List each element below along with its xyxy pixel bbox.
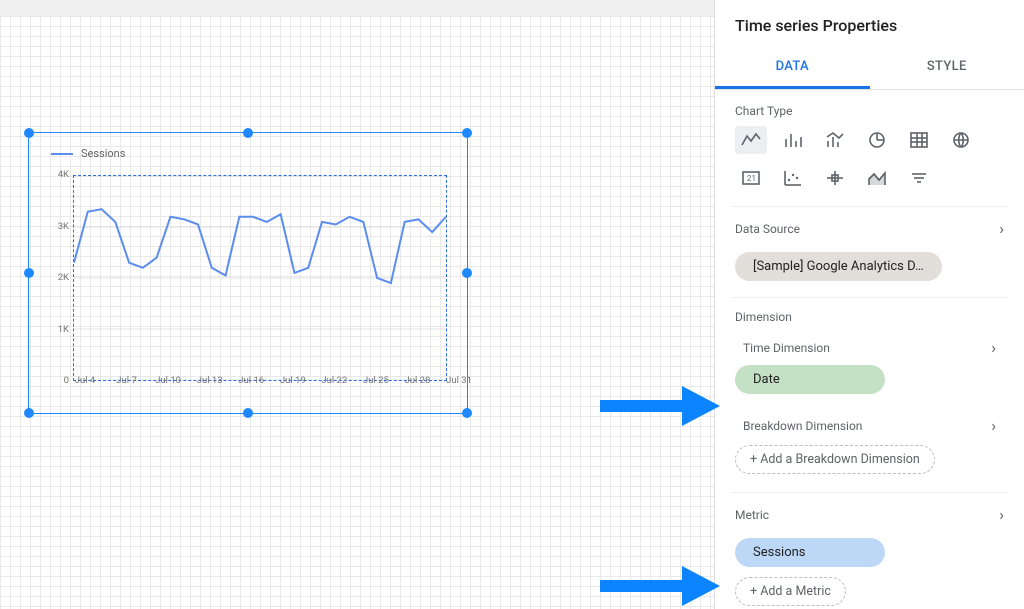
chart-type-filter-icon[interactable] [903, 164, 935, 192]
x-axis-tick: Jul 13 [197, 375, 223, 386]
svg-text:21: 21 [747, 174, 756, 183]
chart-type-geo-icon[interactable] [945, 126, 977, 154]
y-axis-tick: 4K [51, 169, 69, 180]
chart-type-label: Chart Type [735, 104, 1004, 118]
chart-type-scorecard-icon[interactable]: 21 [735, 164, 767, 192]
chart-type-bar-icon[interactable] [777, 126, 809, 154]
x-axis-tick: Jul 25 [363, 375, 389, 386]
properties-panel: Time series Properties DATA STYLE Chart … [714, 0, 1024, 609]
legend-swatch-icon [51, 153, 73, 155]
resize-handle[interactable] [24, 128, 34, 138]
x-axis-tick: Jul 19 [280, 375, 306, 386]
chart-type-scatter-icon[interactable] [777, 164, 809, 192]
page-surface[interactable]: Sessions 0 1K 2K 3K 4K Jul 4 Jul 7 Jul 10 Jul 1… [0, 16, 714, 609]
design-canvas[interactable]: Sessions 0 1K 2K 3K 4K Jul 4 Jul 7 Jul 10 Jul 1… [0, 0, 714, 609]
data-source-pill[interactable]: [Sample] Google Analytics D… [735, 252, 942, 281]
chart-type-table-icon[interactable] [903, 126, 935, 154]
x-axis-tick: Jul 7 [116, 375, 136, 386]
y-axis-tick: 3K [51, 220, 69, 231]
x-axis-tick: Jul 31 [446, 375, 472, 386]
y-axis-tick: 1K [51, 323, 69, 334]
chart-type-combo-icon[interactable] [819, 126, 851, 154]
legend-label: Sessions [81, 147, 125, 160]
chevron-right-icon[interactable]: › [999, 219, 1004, 238]
tab-style[interactable]: STYLE [870, 47, 1024, 89]
data-source-label: Data Source [735, 222, 800, 236]
panel-tabs: DATA STYLE [715, 47, 1024, 90]
x-axis-tick: Jul 22 [321, 375, 347, 386]
plot-area [73, 175, 447, 381]
chevron-right-icon[interactable]: › [999, 505, 1004, 524]
metric-pill[interactable]: Sessions [735, 538, 885, 567]
chart-legend: Sessions [51, 147, 457, 160]
tab-data[interactable]: DATA [715, 47, 870, 89]
chart-type-grid: 21 [731, 126, 1008, 206]
resize-handle[interactable] [24, 408, 34, 418]
chevron-right-icon[interactable]: › [991, 416, 996, 435]
chart-type-area-icon[interactable] [861, 164, 893, 192]
chart-type-line-icon[interactable] [735, 126, 767, 154]
x-axis-tick: Jul 28 [405, 375, 431, 386]
resize-handle[interactable] [24, 268, 34, 278]
x-axis-tick: Jul 16 [238, 375, 264, 386]
x-axis-tick: Jul 4 [75, 375, 95, 386]
metric-label: Metric [735, 508, 769, 522]
time-dimension-label: Time Dimension [743, 341, 830, 355]
resize-handle[interactable] [243, 128, 253, 138]
chart-type-bullet-icon[interactable] [819, 164, 851, 192]
resize-handle[interactable] [462, 268, 472, 278]
resize-handle[interactable] [462, 408, 472, 418]
breakdown-dimension-label: Breakdown Dimension [743, 419, 862, 433]
chart-type-pie-icon[interactable] [861, 126, 893, 154]
y-axis-tick: 2K [51, 272, 69, 283]
time-dimension-pill[interactable]: Date [735, 365, 885, 394]
resize-handle[interactable] [462, 128, 472, 138]
add-breakdown-dimension-button[interactable]: + Add a Breakdown Dimension [735, 445, 935, 474]
time-series-chart[interactable]: Sessions 0 1K 2K 3K 4K Jul 4 Jul 7 Jul 10 Jul 1… [28, 132, 468, 414]
plot-wrap: 01K2K3K4K Jul 4Jul 7Jul 10Jul 13Jul 16Ju… [51, 175, 451, 381]
x-axis-tick: Jul 10 [155, 375, 181, 386]
add-metric-button[interactable]: + Add a Metric [735, 577, 846, 606]
chevron-right-icon[interactable]: › [991, 338, 996, 357]
dimension-label: Dimension [735, 310, 792, 324]
panel-title: Time series Properties [715, 0, 1024, 47]
resize-handle[interactable] [243, 408, 253, 418]
y-axis-tick: 0 [51, 375, 69, 386]
chart-content: Sessions 0 1K 2K 3K 4K Jul 4 Jul 7 Jul 10 Jul 1… [39, 143, 457, 403]
